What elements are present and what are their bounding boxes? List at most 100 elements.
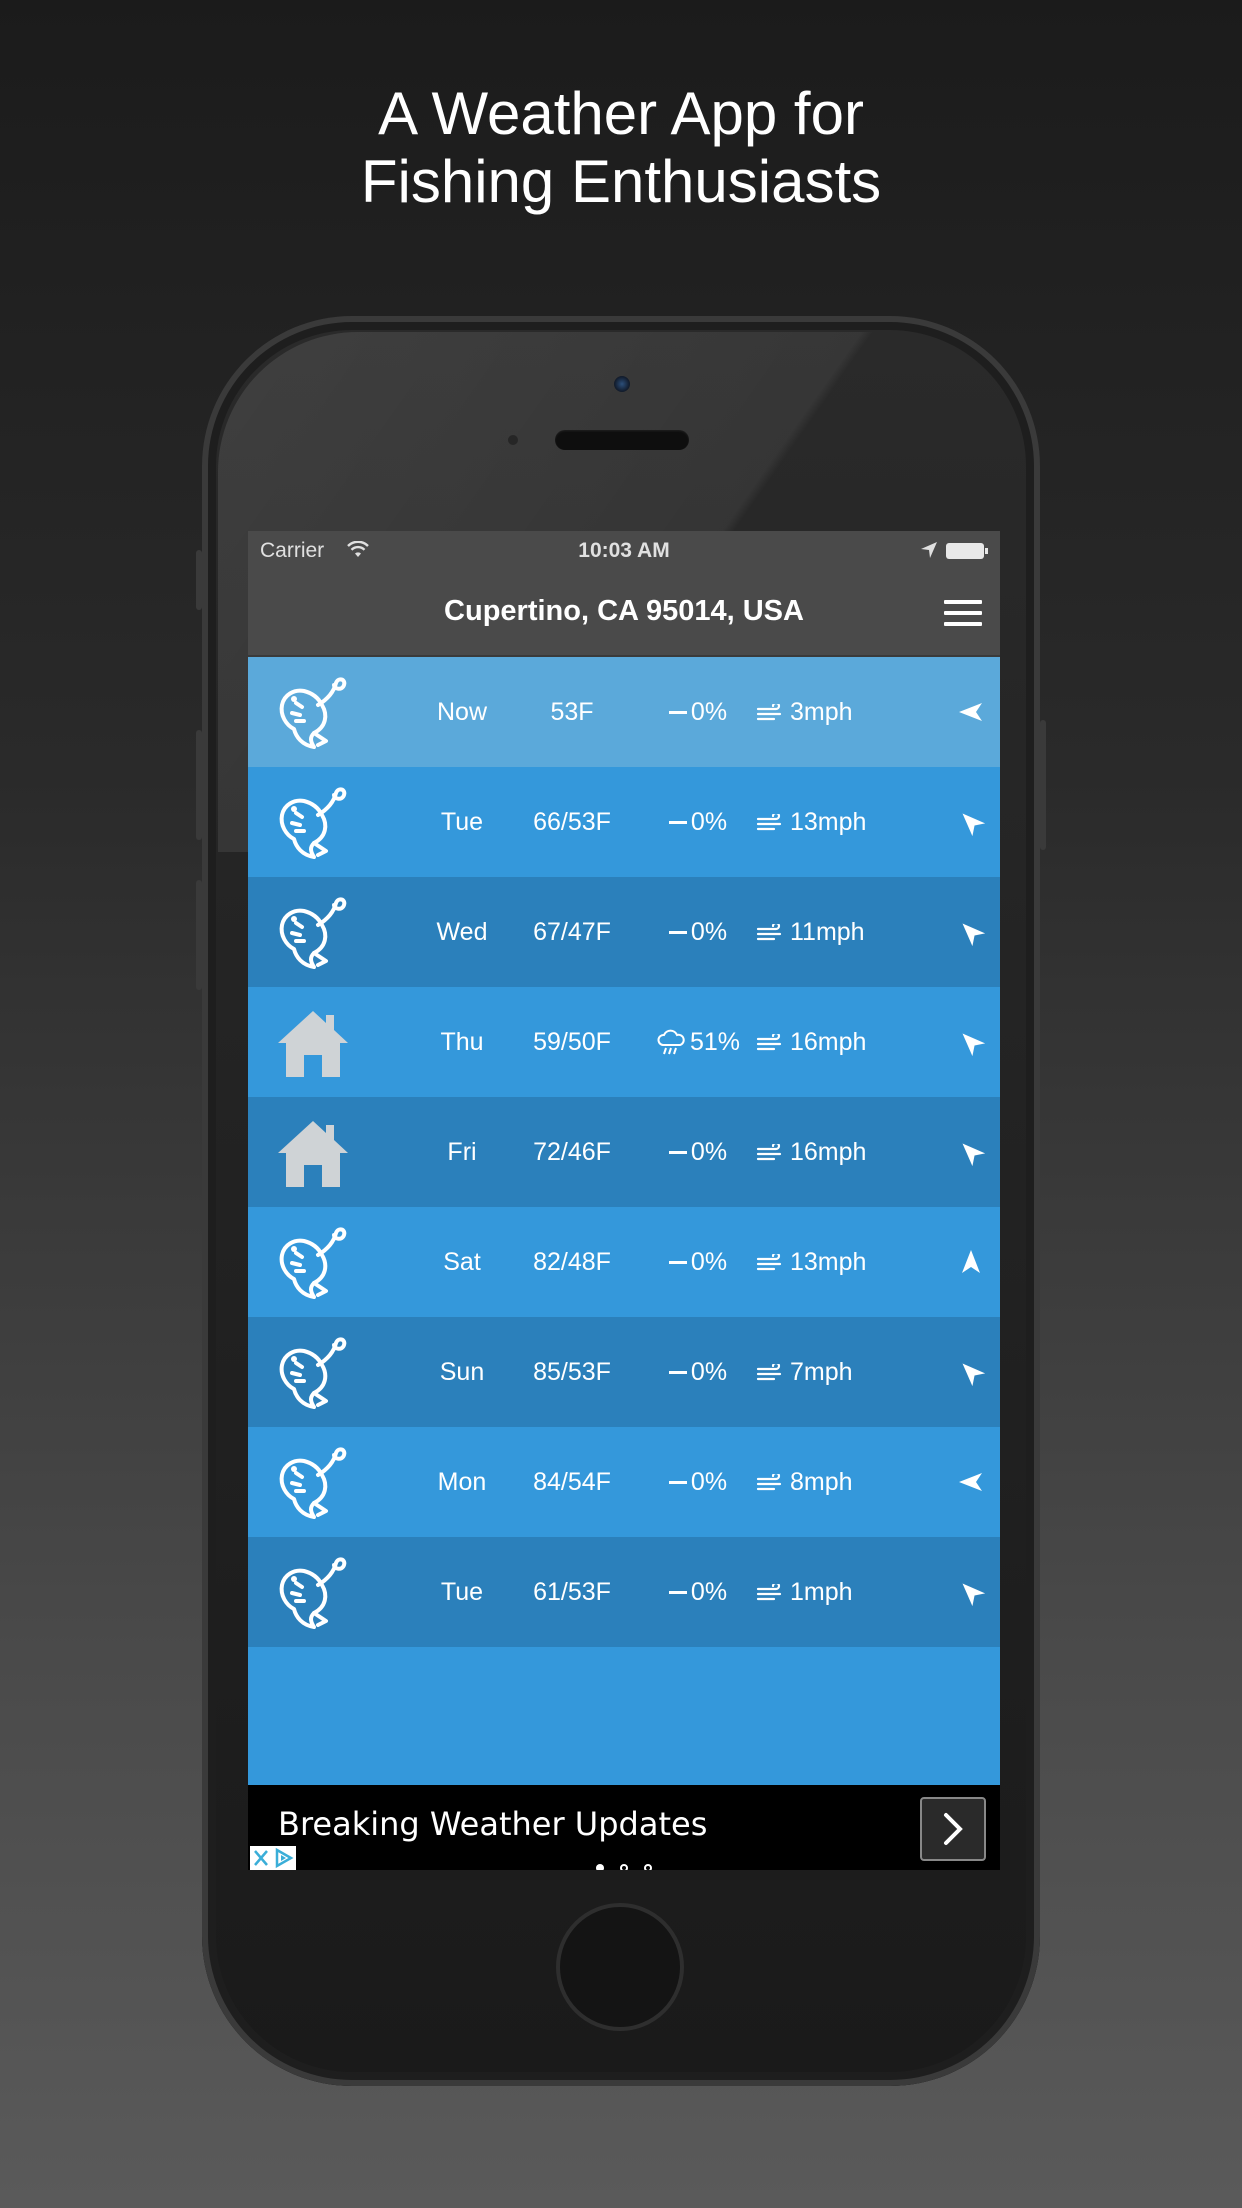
phone-frame: Carrier 10:03 AM Cupertino, CA 95014, US…	[202, 316, 1040, 2086]
forecast-day: Sun	[439, 1358, 485, 1386]
fish-icon	[274, 785, 352, 863]
forecast-wind: 1mph	[756, 1578, 853, 1607]
forecast-wind: 11mph	[756, 918, 865, 947]
wind-direction-arrow-icon	[956, 917, 986, 947]
fish-icon	[274, 1445, 352, 1523]
dash-icon	[668, 1371, 687, 1375]
wind-direction-arrow-icon	[956, 1577, 986, 1607]
hamburger-menu-icon[interactable]	[944, 600, 982, 626]
precipitation-value: 0%	[690, 1578, 728, 1606]
wind-speed-value: 13mph	[790, 1248, 867, 1276]
precipitation-value: 0%	[690, 1138, 728, 1166]
wind-direction-arrow-icon	[956, 1467, 986, 1497]
wind-icon	[756, 1032, 782, 1051]
location-arrow-icon	[920, 541, 938, 565]
forecast-precipitation: 0%	[628, 1248, 768, 1277]
forecast-wind: 7mph	[756, 1358, 853, 1387]
house-icon	[274, 1115, 352, 1193]
forecast-wind: 16mph	[756, 1138, 866, 1167]
wind-speed-value: 8mph	[790, 1468, 853, 1496]
earpiece-speaker	[555, 430, 689, 450]
forecast-precipitation: 0%	[628, 1578, 768, 1607]
forecast-row[interactable]: Tue 66/53F 0% 13mph	[248, 767, 1000, 877]
chevron-right-icon	[944, 1813, 963, 1845]
wind-speed-value: 16mph	[790, 1028, 867, 1056]
forecast-day: Sat	[443, 1248, 481, 1276]
forecast-precipitation: 0%	[628, 918, 768, 947]
wind-speed-value: 3mph	[790, 698, 853, 726]
page-dot[interactable]	[596, 1864, 604, 1870]
dash-icon	[668, 711, 687, 715]
wind-speed-value: 1mph	[790, 1578, 853, 1606]
proximity-sensor	[508, 435, 518, 445]
front-camera	[614, 376, 630, 392]
forecast-day: Fri	[447, 1138, 477, 1166]
ad-next-button[interactable]	[920, 1797, 986, 1861]
forecast-temperature: 85/53F	[533, 1358, 611, 1386]
forecast-list: Now 53F 0% 3mph Tue 66/53F 0% 13mph Wed 67/47F 0% 1…	[248, 657, 1000, 1647]
fish-icon	[274, 895, 352, 973]
wind-speed-value: 7mph	[790, 1358, 853, 1386]
forecast-row[interactable]: Fri 72/46F 0% 16mph	[248, 1097, 1000, 1207]
status-time: 10:03 AM	[578, 539, 670, 562]
forecast-row[interactable]: Sun 85/53F 0% 7mph	[248, 1317, 1000, 1427]
forecast-precipitation: 0%	[628, 808, 768, 837]
forecast-day: Mon	[437, 1468, 487, 1496]
battery-icon	[946, 543, 988, 559]
forecast-wind: 8mph	[756, 1468, 853, 1497]
wind-icon	[756, 1472, 782, 1491]
forecast-temperature: 61/53F	[533, 1578, 611, 1606]
forecast-row[interactable]: Sat 82/48F 0% 13mph	[248, 1207, 1000, 1317]
ad-banner[interactable]: Breaking Weather Updates	[248, 1785, 1000, 1870]
ad-page-dots	[248, 1859, 1000, 1870]
rain-cloud-icon	[657, 1029, 685, 1055]
precipitation-value: 0%	[690, 1358, 728, 1386]
nav-bar: Cupertino, CA 95014, USA	[248, 571, 1000, 657]
forecast-row[interactable]: Tue 61/53F 0% 1mph	[248, 1537, 1000, 1647]
wind-direction-arrow-icon	[956, 807, 986, 837]
forecast-temperature: 59/50F	[533, 1028, 611, 1056]
forecast-temperature: 84/54F	[533, 1468, 611, 1496]
precipitation-value: 51%	[689, 1028, 741, 1056]
forecast-temperature: 66/53F	[533, 808, 611, 836]
wind-direction-arrow-icon	[956, 1357, 986, 1387]
page-dot[interactable]	[620, 1864, 628, 1870]
wind-icon	[756, 1362, 782, 1381]
wind-icon	[756, 1142, 782, 1161]
fish-icon	[274, 1225, 352, 1303]
forecast-wind: 13mph	[756, 1248, 866, 1277]
home-button[interactable]	[556, 1903, 684, 2031]
forecast-row[interactable]: Now 53F 0% 3mph	[248, 657, 1000, 767]
forecast-day: Thu	[440, 1028, 484, 1056]
location-title: Cupertino, CA 95014, USA	[444, 595, 804, 627]
wind-speed-value: 16mph	[790, 1138, 867, 1166]
wind-icon	[756, 702, 782, 721]
wind-icon	[756, 1582, 782, 1601]
phone-power-button	[1040, 720, 1046, 850]
precipitation-value: 0%	[690, 808, 728, 836]
precipitation-value: 0%	[690, 1248, 728, 1276]
dash-icon	[668, 1591, 687, 1595]
dash-icon	[668, 931, 687, 935]
wind-icon	[756, 922, 782, 941]
wind-speed-value: 11mph	[790, 918, 865, 946]
dash-icon	[668, 821, 687, 825]
fish-icon	[274, 675, 352, 753]
forecast-precipitation: 0%	[628, 1468, 768, 1497]
dash-icon	[668, 1261, 687, 1265]
forecast-row[interactable]: Mon 84/54F 0% 8mph	[248, 1427, 1000, 1537]
forecast-temperature: 53F	[550, 698, 594, 726]
forecast-row[interactable]: Thu 59/50F 51% 16mph	[248, 987, 1000, 1097]
forecast-day: Tue	[440, 808, 484, 836]
promo-headline: A Weather App for Fishing Enthusiasts	[0, 80, 1242, 216]
forecast-precipitation: 0%	[628, 1138, 768, 1167]
promo-headline-line-2: Fishing Enthusiasts	[360, 148, 882, 215]
wind-direction-arrow-icon	[956, 1247, 986, 1277]
forecast-day: Tue	[440, 1578, 484, 1606]
precipitation-value: 0%	[690, 918, 728, 946]
page-dot[interactable]	[644, 1864, 652, 1870]
wind-direction-arrow-icon	[956, 1027, 986, 1057]
ad-text[interactable]: Breaking Weather Updates	[278, 1805, 707, 1843]
app-screen: Carrier 10:03 AM Cupertino, CA 95014, US…	[248, 531, 1000, 1870]
forecast-row[interactable]: Wed 67/47F 0% 11mph	[248, 877, 1000, 987]
